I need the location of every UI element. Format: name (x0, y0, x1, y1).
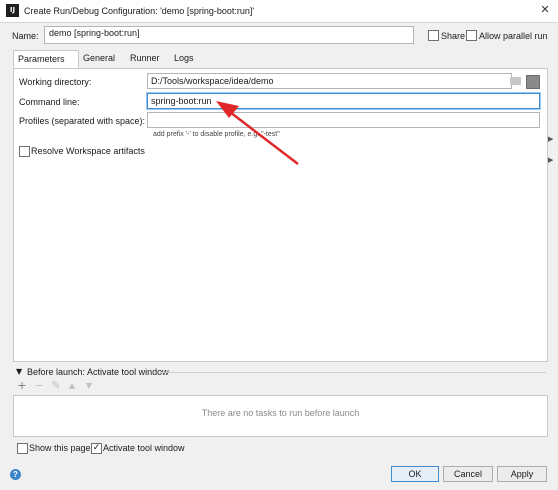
cancel-button[interactable]: Cancel (443, 466, 493, 482)
scroll-right-icon[interactable]: ▶ (548, 156, 553, 164)
add-icon[interactable]: + (16, 380, 28, 392)
annotation-arrow-shaft (225, 108, 299, 165)
scroll-right-icon[interactable]: ▶ (548, 135, 553, 143)
edit-icon[interactable]: ✎ (50, 380, 62, 392)
ok-button[interactable]: OK (391, 466, 439, 482)
move-up-icon[interactable]: ▲ (66, 380, 78, 392)
show-this-page-checkbox[interactable] (17, 443, 28, 454)
before-launch-title: Before launch: Activate tool window (27, 367, 169, 377)
activate-tool-window-label: Activate tool window (103, 443, 185, 453)
show-this-page-label: Show this page (29, 443, 91, 453)
collapse-arrow-icon[interactable]: ▼ (16, 367, 22, 376)
apply-button[interactable]: Apply (497, 466, 547, 482)
activate-tool-window-checkbox[interactable]: ✓ (91, 443, 102, 454)
before-launch-task-list[interactable]: There are no tasks to run before launch (13, 395, 548, 437)
section-divider (160, 372, 546, 373)
help-icon[interactable]: ? (10, 469, 21, 480)
remove-icon[interactable]: − (33, 380, 45, 392)
empty-tasks-text: There are no tasks to run before launch (201, 408, 360, 418)
move-down-icon[interactable]: ▼ (83, 380, 95, 392)
